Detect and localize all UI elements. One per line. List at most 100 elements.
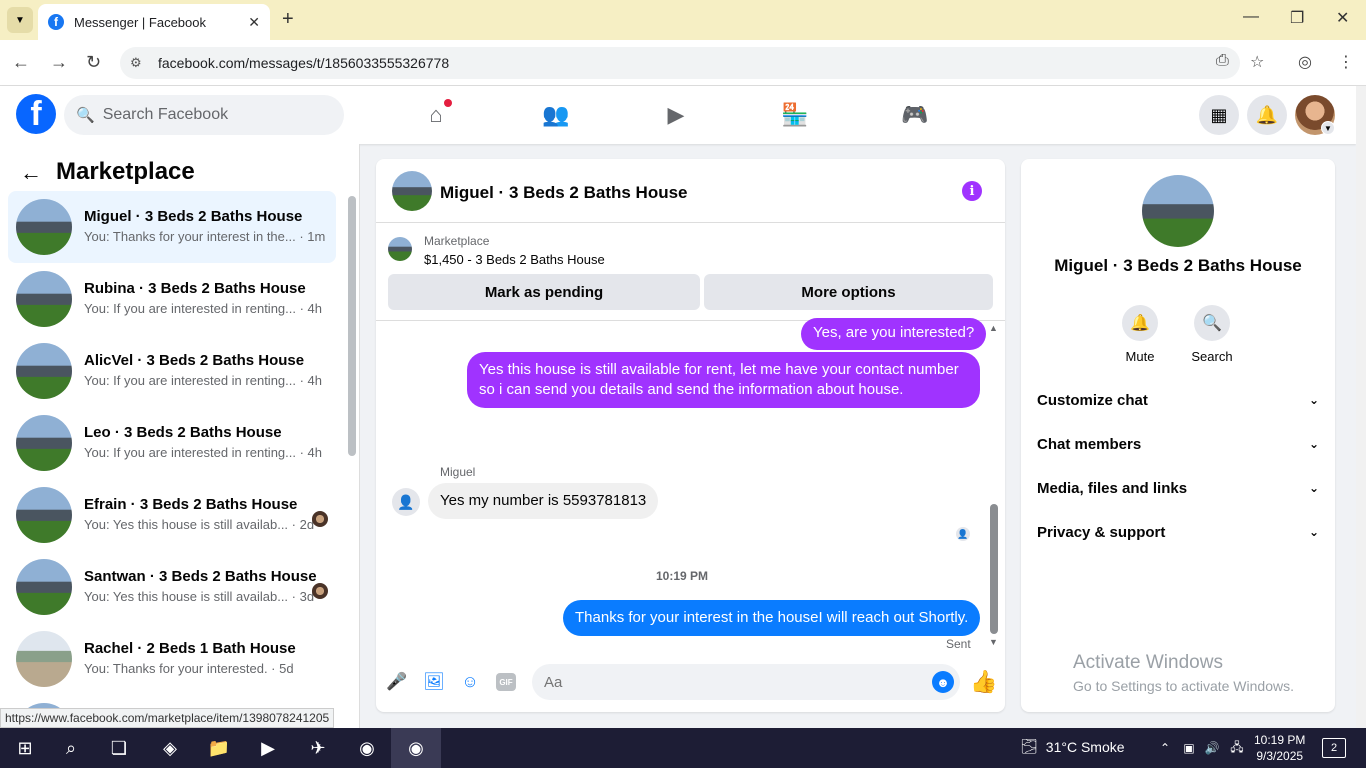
conversation-name: AlicVel · 3 Beds 2 Baths House [84,352,305,369]
file-explorer-icon[interactable]: 📁 [206,736,232,760]
menu-grid-icon[interactable]: ▦ [1199,95,1239,135]
sticker-icon[interactable]: ☺ [459,671,481,693]
forward-icon[interactable]: → [50,52,68,73]
section-label: Media, files and links [1037,479,1188,497]
search-conversation-button[interactable]: 🔍 Search [1182,305,1242,364]
restore-icon[interactable]: ❐ [1290,8,1304,28]
conversation-item[interactable]: Miguel · 3 Beds 2 Baths House You: Thank… [8,191,336,263]
bookmark-star-icon[interactable]: ☆ [1250,52,1264,72]
page-scrollbar[interactable] [1356,86,1366,728]
back-arrow-icon[interactable]: ← [20,160,42,186]
more-options-button[interactable]: More options [704,274,993,310]
info-icon[interactable]: i [962,181,982,201]
section-customize-chat[interactable]: Customize chat ⌄ [1037,378,1319,422]
microphone-icon[interactable]: 🎤 [386,671,408,693]
conversation-snippet: You: If you are interested in renting...… [84,445,322,460]
outgoing-message[interactable]: Thanks for your interest in the houseI w… [563,600,981,636]
browser-toolbar: ← → ↻ ⚙ facebook.com/messages/t/18560335… [0,40,1366,86]
conversation-snippet: You: If you are interested in renting...… [84,301,322,316]
activate-subtitle: Go to Settings to activate Windows. [1073,678,1294,694]
conversation-list-scrollbar[interactable] [348,196,356,456]
video-icon[interactable]: ▶ [661,100,691,130]
show-hidden-icons-icon[interactable]: ⌃ [1152,736,1178,760]
conversation-item[interactable]: Rubina · 3 Beds 2 Baths House You: If yo… [8,263,336,335]
taskbar-search-icon[interactable]: ⌕ [58,736,84,760]
listing-price-title[interactable]: $1,450 - 3 Beds 2 Baths House [424,252,605,267]
conversation-item[interactable]: Santwan · 3 Beds 2 Baths House You: Yes … [8,551,336,623]
chevron-down-icon: ⌄ [1308,481,1319,495]
chrome-active-icon[interactable]: ◉ [403,736,429,760]
profile-icon[interactable]: ◎ [1298,52,1312,72]
message-timestamp: 10:19 PM [655,569,709,583]
browser-menu-icon[interactable]: ⋮ [1338,52,1354,72]
conversation-item[interactable]: Rachel · 2 Beds 1 Bath House You: Thanks… [8,623,336,695]
photo-icon[interactable]: 🖼 [423,671,445,693]
section-chat-members[interactable]: Chat members ⌄ [1037,422,1319,466]
task-view-icon[interactable]: ❏ [106,736,132,760]
windows-taskbar: ⊞ ⌕ ❏ ◈ 📁 ▶ ✈ ◉ ◉ 🌫 31°C Smoke ⌃ ▣ 🔊 🖧 1… [0,728,1366,768]
mute-button[interactable]: 🔔 Mute [1110,305,1170,364]
mark-as-pending-button[interactable]: Mark as pending [388,274,700,310]
youtube-icon[interactable]: ▶ [255,736,281,760]
section-media-files-links[interactable]: Media, files and links ⌄ [1037,466,1319,510]
home-notification-dot [444,99,452,107]
status-bar-url: https://www.facebook.com/marketplace/ite… [0,708,334,728]
gaming-icon[interactable]: 🎮 [900,100,930,130]
clock-date: 9/3/2025 [1256,749,1304,763]
thumbs-up-icon[interactable]: 👍 [970,669,997,695]
listing-thumbnail [16,415,72,471]
conversation-item[interactable]: AlicVel · 3 Beds 2 Baths House You: If y… [8,335,336,407]
chat-thumbnail[interactable] [392,171,432,211]
weather-widget[interactable]: 🌫 31°C Smoke [1020,738,1125,755]
chat-title[interactable]: Miguel · 3 Beds 2 Baths House [440,183,688,203]
browser-tab-messenger[interactable]: f Messenger | Facebook ✕ [38,4,270,40]
conversation-item[interactable]: Leo · 3 Beds 2 Baths House You: If you a… [8,407,336,479]
clock[interactable]: 10:19 PM 9/3/2025 [1254,732,1305,764]
minimize-icon[interactable]: — [1243,8,1259,26]
facebook-logo-icon[interactable]: f [16,94,56,134]
listing-thumbnail-large[interactable] [1142,175,1214,247]
mute-label: Mute [1125,349,1155,364]
app-icon[interactable]: ✈ [305,736,331,760]
incoming-message[interactable]: Yes my number is 5593781813 [428,483,659,519]
clock-time: 10:19 PM [1254,733,1306,747]
friends-icon[interactable]: 👥 [541,100,571,130]
marketplace-icon[interactable]: 🏪 [780,100,810,130]
volume-icon[interactable]: 🔊 [1199,736,1225,760]
outgoing-message[interactable]: Yes this house is still available for re… [467,352,980,408]
account-chevron-icon[interactable]: ▼ [1321,121,1335,135]
facebook-search[interactable]: 🔍 Search Facebook [64,95,344,135]
conversation-snippet: You: If you are interested in renting...… [84,373,322,388]
facebook-favicon-icon: f [48,14,64,30]
tab-close-icon[interactable]: ✕ [248,14,260,31]
chat-scrollbar[interactable] [990,504,998,634]
notifications-bell-icon[interactable]: 🔔 [1247,95,1287,135]
address-bar[interactable]: ⚙ facebook.com/messages/t/18560335553267… [120,47,1240,79]
reload-icon[interactable]: ↻ [86,52,101,73]
back-icon[interactable]: ← [12,52,30,73]
emoji-icon[interactable]: ☻ [932,671,954,693]
outgoing-message[interactable]: Yes, are you interested? [801,318,987,350]
network-icon[interactable]: 🖧 [1224,736,1250,760]
scroll-down-icon[interactable]: ▼ [989,637,998,647]
listing-thumbnail-small[interactable] [388,237,412,261]
chrome-icon[interactable]: ◉ [354,736,380,760]
notification-center-icon[interactable]: 2 [1322,738,1346,758]
conversation-name: Rachel · 2 Beds 1 Bath House [84,640,296,657]
message-input[interactable] [532,664,960,700]
close-window-icon[interactable]: ✕ [1336,8,1349,28]
windows-start-icon[interactable]: ⊞ [12,736,38,760]
install-app-icon[interactable]: ⎙ [1216,52,1229,70]
seen-avatar [312,583,328,599]
gif-icon[interactable]: GIF [496,673,516,691]
conversation-name: Leo · 3 Beds 2 Baths House [84,424,282,441]
tab-search-dropdown-icon[interactable]: ▼ [7,7,33,33]
scroll-up-icon[interactable]: ▲ [989,323,998,333]
chevron-down-icon: ⌄ [1308,437,1319,451]
new-tab-icon[interactable]: + [282,8,294,31]
section-label: Customize chat [1037,391,1148,409]
section-privacy-support[interactable]: Privacy & support ⌄ [1037,510,1319,554]
conversation-item[interactable]: Efrain · 3 Beds 2 Baths House You: Yes t… [8,479,336,551]
site-info-icon[interactable]: ⚙ [130,55,148,71]
copilot-icon[interactable]: ◈ [157,736,183,760]
